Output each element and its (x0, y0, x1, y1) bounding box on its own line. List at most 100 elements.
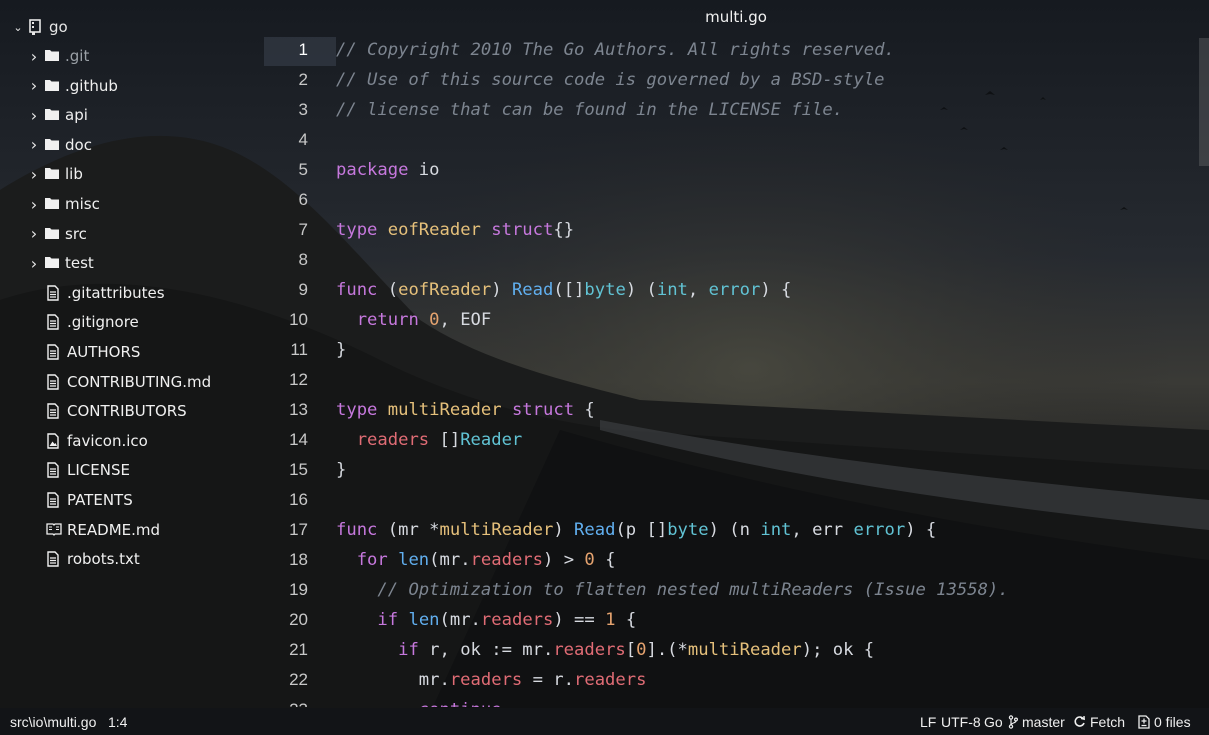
status-files[interactable]: 0 files (1138, 708, 1191, 735)
line-number[interactable]: 4 (264, 125, 308, 155)
line-number[interactable]: 1 (264, 35, 308, 65)
code-text: readers []Reader (336, 425, 523, 455)
code-line[interactable]: 8 (264, 245, 1204, 275)
code-line[interactable]: 2 // Use of this source code is governed … (264, 65, 1204, 95)
code-token: multiReader (439, 520, 554, 540)
line-number[interactable]: 15 (264, 455, 308, 485)
tree-folder-test[interactable]: › test (28, 252, 94, 274)
status-grammar[interactable]: Go (984, 708, 1003, 735)
line-number[interactable]: 21 (264, 635, 308, 665)
file-text-icon (46, 285, 64, 301)
status-fetch[interactable]: Fetch (1073, 708, 1125, 735)
code-line[interactable]: 21 if r, ok := mr.readers[0].(*multiRead… (264, 635, 1204, 665)
line-number[interactable]: 16 (264, 485, 308, 515)
tree-folder-doc[interactable]: › doc (28, 134, 92, 156)
code-line[interactable]: 16 (264, 485, 1204, 515)
tree-folder-misc[interactable]: › misc (28, 193, 100, 215)
code-line[interactable]: 5 package io (264, 155, 1204, 185)
line-number[interactable]: 9 (264, 275, 308, 305)
status-file-path[interactable]: src\io\multi.go (10, 708, 96, 735)
code-token: [ (625, 640, 637, 660)
file-text-icon (46, 403, 64, 419)
line-number[interactable]: 12 (264, 365, 308, 395)
line-number[interactable]: 7 (264, 215, 308, 245)
line-number[interactable]: 22 (264, 665, 308, 695)
line-number[interactable]: 18 (264, 545, 308, 575)
line-number[interactable]: 6 (264, 185, 308, 215)
line-number[interactable]: 17 (264, 515, 308, 545)
chevron-right-icon[interactable]: › (28, 195, 40, 214)
status-line-ending[interactable]: LF (920, 708, 936, 735)
tree-file-gitignore[interactable]: .gitignore (46, 311, 139, 333)
code-line[interactable]: 9 func (eofReader) Read([]byte) (int, err… (264, 275, 1204, 305)
line-number[interactable]: 5 (264, 155, 308, 185)
code-line[interactable]: 20 if len(mr.readers) == 1 { (264, 605, 1204, 635)
code-line[interactable]: 6 (264, 185, 1204, 215)
code-token: // Use of this source code is governed b… (336, 70, 885, 90)
code-token: func (336, 520, 378, 540)
line-number[interactable]: 2 (264, 65, 308, 95)
code-line[interactable]: 14 readers []Reader (264, 425, 1204, 455)
line-number[interactable]: 23 (264, 695, 308, 707)
chevron-right-icon[interactable]: › (28, 47, 40, 66)
editor-scrollbar[interactable] (1199, 38, 1209, 166)
status-branch[interactable]: master (1008, 708, 1065, 735)
tree-file-gitattributes[interactable]: .gitattributes (46, 282, 165, 304)
code-line[interactable]: 1 // Copyright 2010 The Go Authors. All r… (264, 35, 1204, 65)
code-text: } (336, 335, 346, 365)
status-encoding[interactable]: UTF-8 (941, 708, 981, 735)
code-line[interactable]: 3 // license that can be found in the LIC… (264, 95, 1204, 125)
tree-folder-git[interactable]: › .git (28, 45, 90, 67)
chevron-right-icon[interactable]: › (28, 165, 40, 184)
code-token: func (336, 280, 378, 300)
line-number[interactable]: 3 (264, 95, 308, 125)
chevron-right-icon[interactable]: › (28, 106, 40, 125)
tree-folder-github[interactable]: › .github (28, 75, 118, 97)
tree-folder-lib[interactable]: › lib (28, 163, 83, 185)
tree-file-contributors[interactable]: CONTRIBUTORS (46, 400, 187, 422)
code-line[interactable]: 15} (264, 455, 1204, 485)
status-cursor-position[interactable]: 1:4 (108, 708, 127, 735)
code-token: if (398, 640, 419, 660)
line-number[interactable]: 14 (264, 425, 308, 455)
chevron-right-icon[interactable]: › (28, 76, 40, 95)
code-line[interactable]: 11} (264, 335, 1204, 365)
code-token: {} (553, 220, 575, 240)
code-token: 0 (584, 550, 595, 570)
code-line[interactable]: 13 type multiReader struct { (264, 395, 1204, 425)
editor-tab-title[interactable]: multi.go (0, 8, 1209, 26)
code-line[interactable]: 17 func (mr *multiReader) Read(p []byte) … (264, 515, 1204, 545)
tree-file-favicon-ico[interactable]: favicon.ico (46, 430, 148, 452)
code-line[interactable]: 22 mr.readers = r.readers (264, 665, 1204, 695)
code-token: ) (553, 520, 575, 540)
code-line[interactable]: 7 type eofReader struct{} (264, 215, 1204, 245)
code-line[interactable]: 10 return 0, EOF (264, 305, 1204, 335)
code-token: , EOF (439, 310, 492, 330)
tree-file-license[interactable]: LICENSE (46, 459, 130, 481)
tree-file-readme-md[interactable]: README.md (46, 519, 160, 541)
line-number[interactable]: 8 (264, 245, 308, 275)
chevron-right-icon[interactable]: › (28, 224, 40, 243)
code-line[interactable]: 4 (264, 125, 1204, 155)
code-token: type (336, 220, 378, 240)
chevron-right-icon[interactable]: › (28, 254, 40, 273)
tree-file-contributing-md[interactable]: CONTRIBUTING.md (46, 371, 211, 393)
line-number[interactable]: 13 (264, 395, 308, 425)
file-text-icon (46, 462, 64, 479)
line-number[interactable]: 20 (264, 605, 308, 635)
line-number[interactable]: 11 (264, 335, 308, 365)
tree-folder-src[interactable]: › src (28, 223, 87, 245)
tree-file-authors[interactable]: AUTHORS (46, 341, 140, 363)
code-line[interactable]: 19 // Optimization to flatten nested mul… (264, 575, 1204, 605)
tree-file-patents[interactable]: PATENTS (46, 489, 133, 511)
chevron-right-icon[interactable]: › (28, 135, 40, 154)
tree-folder-api[interactable]: › api (28, 104, 88, 126)
code-line[interactable]: 18 for len(mr.readers) > 0 { (264, 545, 1204, 575)
code-editor[interactable]: 1 // Copyright 2010 The Go Authors. All r… (264, 35, 1204, 707)
tree-file-robots-txt[interactable]: robots.txt (46, 548, 140, 570)
code-line[interactable]: 23 continue (264, 695, 1204, 707)
code-line[interactable]: 12 (264, 365, 1204, 395)
line-number[interactable]: 10 (264, 305, 308, 335)
line-number[interactable]: 19 (264, 575, 308, 605)
